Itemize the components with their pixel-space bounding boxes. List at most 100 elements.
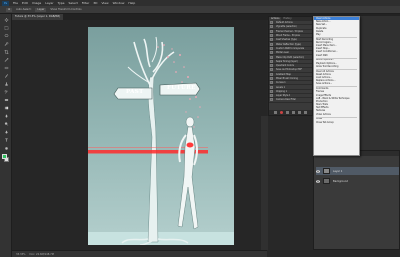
record-icon[interactable] — [280, 111, 283, 114]
menu-file[interactable]: File — [13, 1, 18, 5]
toggle-checkbox[interactable]: ✓ — [270, 42, 273, 46]
action-label: Water Reflection (type) — [276, 42, 302, 46]
context-menu-item[interactable]: Close Tab Group — [314, 121, 359, 124]
toggle-checkbox[interactable]: ✓ — [270, 51, 273, 55]
toggle-checkbox[interactable]: ✓ — [270, 29, 273, 33]
toggle-checkbox[interactable]: ✓ — [270, 25, 273, 29]
pen-tool-icon[interactable] — [3, 129, 9, 134]
action-label: Frame Channel - 50 pixel — [276, 29, 304, 33]
eyedropper-tool-icon[interactable] — [3, 57, 9, 62]
toggle-checkbox[interactable]: ✓ — [270, 72, 273, 76]
toggle-checkbox[interactable]: ✓ — [270, 64, 273, 68]
foreground-color-swatch[interactable] — [2, 154, 7, 159]
blur-tool-icon[interactable] — [3, 113, 9, 118]
move-tool-icon[interactable]: ✥ — [6, 7, 13, 12]
action-label: Wood Frame - 50 pixel — [276, 34, 301, 38]
auto-select-target[interactable]: Layer — [35, 7, 47, 12]
toggle-checkbox[interactable]: ✓ — [270, 38, 273, 42]
toggle-checkbox[interactable]: ✓ — [270, 77, 273, 80]
menu-select[interactable]: Select — [69, 1, 78, 5]
action-label: Gradient Map — [276, 72, 291, 76]
toggle-checkbox[interactable]: ✓ — [270, 34, 273, 38]
history-brush-tool-icon[interactable] — [3, 89, 9, 94]
toggle-checkbox[interactable]: ✓ — [270, 55, 273, 59]
menu-3d[interactable]: 3D — [93, 1, 97, 5]
toggle-checkbox[interactable]: ✓ — [270, 81, 273, 85]
action-label: Layer Style 1 — [276, 94, 291, 98]
artwork-illustration — [88, 36, 234, 245]
dodge-tool-icon[interactable] — [3, 121, 9, 126]
action-label: Molten Lead — [276, 51, 290, 55]
toggle-checkbox[interactable]: ✓ — [270, 94, 273, 98]
toggle-checkbox[interactable]: ✓ — [270, 46, 273, 50]
type-tool-icon[interactable] — [3, 137, 9, 142]
action-label: Clipping 1 — [276, 89, 287, 93]
menu-type[interactable]: Type — [58, 1, 65, 5]
future-sign-text: FUTURE — [167, 85, 196, 91]
zoom-level[interactable]: 33.33% — [16, 253, 26, 256]
move-tool-icon[interactable] — [3, 17, 9, 22]
tools-panel — [0, 14, 12, 257]
status-bar: 33.33% Doc: 22.6M/148.7M — [12, 250, 267, 257]
quick-select-tool-icon[interactable] — [3, 41, 9, 46]
menu-help[interactable]: Help — [128, 1, 135, 5]
marquee-tool-icon[interactable] — [3, 25, 9, 30]
actions-panel-flyout-menu: Clear Actions New Action... New Set... Dupl… — [313, 16, 360, 156]
toggle-checkbox[interactable]: ✓ — [270, 68, 273, 72]
layer-name[interactable]: Layer 1 — [333, 170, 342, 173]
hand-tool-icon[interactable] — [3, 145, 9, 150]
stop-icon[interactable] — [274, 111, 277, 114]
action-label: Levels 1 — [276, 85, 286, 89]
menu-view[interactable]: View — [101, 1, 108, 5]
eraser-tool-icon[interactable] — [3, 97, 9, 102]
actions-list: ✓ Default Actions ✓ Vignette (selection) ✓ Fr… — [269, 21, 312, 103]
artwork-canvas[interactable]: FUTURE PAST — [88, 27, 234, 245]
action-row[interactable]: ✓ Camera Raw Filter — [269, 98, 312, 103]
menu-window[interactable]: Window — [113, 1, 125, 5]
show-transform-label[interactable]: Show Transform Controls — [50, 8, 81, 11]
layer-row[interactable]: Background — [316, 177, 399, 185]
toggle-checkbox[interactable]: ✓ — [270, 98, 273, 102]
menu-separator — [314, 57, 359, 59]
layer-row[interactable]: Layer 1 — [316, 167, 399, 175]
right-panel-strip — [360, 16, 400, 150]
layer-thumbnail — [323, 168, 330, 174]
actions-panel: Actions History ✓ Default Actions ✓ Vignett… — [268, 16, 313, 116]
gradient-tool-icon[interactable] — [3, 105, 9, 110]
menu-separator — [314, 36, 359, 38]
delete-icon[interactable] — [304, 111, 307, 114]
healing-brush-tool-icon[interactable] — [3, 65, 9, 70]
menu-edit[interactable]: Edit — [22, 1, 28, 5]
menu-separator — [314, 116, 359, 118]
menu-separator — [314, 68, 359, 70]
menu-filter[interactable]: Filter — [82, 1, 89, 5]
action-label: Camera Raw Filter — [276, 98, 296, 102]
lasso-tool-icon[interactable] — [3, 33, 9, 38]
action-label: Curves 1 — [276, 81, 286, 85]
toggle-checkbox[interactable]: ✓ — [270, 89, 273, 93]
toggle-checkbox[interactable]: ✓ — [270, 21, 273, 25]
menu-separator — [314, 86, 359, 88]
past-sign-text: PAST — [126, 89, 144, 95]
menu-image[interactable]: Image — [32, 1, 41, 5]
crop-tool-icon[interactable] — [3, 49, 9, 54]
layers-panel: Layers Channels Paths Layer 1 Background — [313, 150, 400, 250]
action-label: Default Actions — [276, 21, 293, 25]
app-logo: Ps — [2, 0, 9, 6]
eye-icon[interactable] — [316, 169, 320, 173]
action-label: Save As Photoshop PDF — [276, 68, 302, 72]
play-icon[interactable] — [286, 111, 289, 114]
action-label: Sepia Toning (layer) — [276, 59, 298, 63]
stamp-tool-icon[interactable] — [3, 81, 9, 86]
action-label: Quadrant Colors — [276, 64, 294, 68]
action-label: Cast Shadow (type) — [276, 38, 298, 42]
layer-name[interactable]: Background — [333, 180, 348, 183]
brush-tool-icon[interactable] — [3, 73, 9, 78]
menu-layer[interactable]: Layer — [45, 1, 53, 5]
canvas-area[interactable]: FUTURE PAST — [12, 20, 267, 250]
toggle-checkbox[interactable]: ✓ — [270, 85, 273, 89]
toggle-checkbox[interactable]: ✓ — [270, 59, 273, 63]
new-action-icon[interactable] — [298, 111, 301, 114]
new-set-icon[interactable] — [292, 111, 295, 114]
eye-icon[interactable] — [316, 179, 320, 183]
